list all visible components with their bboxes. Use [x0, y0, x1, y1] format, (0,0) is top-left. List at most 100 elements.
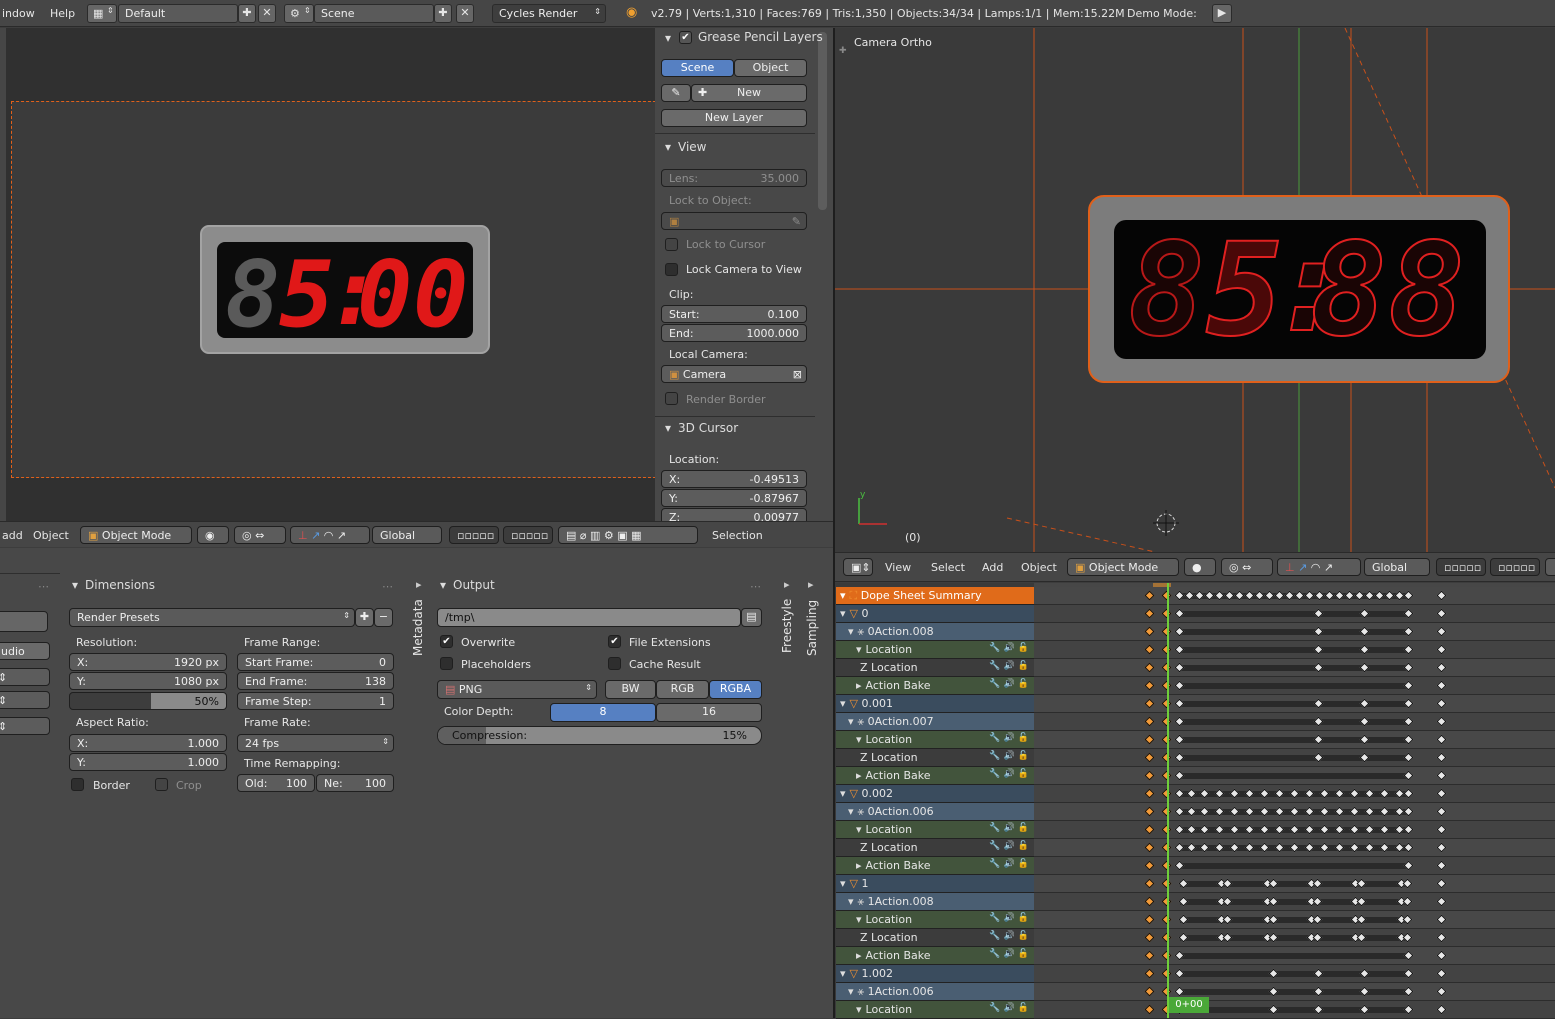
channel-toggle-icons[interactable]: 🔧🔊🔓 — [989, 643, 1032, 653]
keyframe[interactable] — [1436, 752, 1447, 763]
snap-render-group[interactable]: ▤ ⌀ ▥ ⚙ ▣ ▦ — [558, 526, 698, 544]
channel-toggle-icons[interactable]: 🔧🔊🔓 — [989, 661, 1032, 671]
overwrite-checkbox[interactable]: ✔ — [440, 635, 453, 648]
metadata-tab[interactable]: Metadata — [411, 599, 425, 656]
channel-toggle-icons[interactable]: 🔧🔊🔓 — [989, 733, 1032, 743]
channel-row[interactable]: ▸ Action Bake 🔧🔊🔓 — [836, 947, 1034, 965]
keyframe[interactable] — [1144, 842, 1155, 853]
channel-toggle-icons[interactable]: 🔧🔊🔓 — [989, 751, 1032, 761]
keyframe-row[interactable] — [1034, 929, 1555, 947]
start-frame-field[interactable]: Start Frame: 0 — [237, 653, 394, 671]
expand-arrow-icon[interactable]: ▾ — [856, 643, 862, 656]
browse-folder-icon[interactable]: ▤ — [741, 608, 762, 627]
current-frame-line[interactable] — [1167, 583, 1169, 1018]
keyframe[interactable] — [1144, 968, 1155, 979]
channel-row[interactable]: ▾ Location 🔧🔊🔓 — [836, 641, 1034, 659]
channel-row[interactable]: ▾ Location 🔧🔊🔓 — [836, 1001, 1034, 1019]
depth-16-button[interactable]: 16 — [656, 703, 762, 722]
grease-scene-tab[interactable]: Scene — [661, 59, 734, 77]
keyframe[interactable] — [1144, 626, 1155, 637]
layers-right-a[interactable]: ▫▫▫▫▫ — [1436, 558, 1486, 576]
channel-toggle-icons[interactable]: 🔧🔊🔓 — [989, 949, 1032, 959]
npanel-scrollbar[interactable] — [818, 32, 827, 210]
channel-row[interactable]: ▾ Location 🔧🔊🔓 — [836, 911, 1034, 929]
keyframe[interactable] — [1436, 788, 1447, 799]
keyframe[interactable] — [1144, 860, 1155, 871]
expand-arrow-icon[interactable]: ▾ — [848, 895, 854, 908]
keyframe[interactable] — [1144, 788, 1155, 799]
channel-row[interactable]: ▾ ▽ 0.001 — [836, 695, 1034, 713]
pivot-group-right[interactable]: ◎ ⇔ — [1221, 558, 1273, 576]
keyframe-row[interactable] — [1034, 839, 1555, 857]
keyframe[interactable] — [1436, 590, 1447, 601]
keyframe[interactable] — [1144, 914, 1155, 925]
keyframe-row[interactable] — [1034, 785, 1555, 803]
clip-end-field[interactable]: End: 1000.000 — [661, 324, 807, 342]
expand-arrow-icon[interactable]: ▾ — [856, 913, 862, 926]
keyframe[interactable] — [1436, 698, 1447, 709]
keyframe-row[interactable] — [1034, 965, 1555, 983]
channel-row[interactable]: ▾ ▽ 1.002 — [836, 965, 1034, 983]
keyframe[interactable] — [1436, 716, 1447, 727]
grease-pencil-checkbox[interactable]: ✔ — [679, 31, 692, 44]
dimensions-grip-icon[interactable]: ⋯ — [382, 580, 393, 593]
freestyle-expand-icon[interactable]: ▸ — [784, 578, 790, 591]
layers-a[interactable]: ▫▫▫▫▫ — [449, 526, 499, 544]
channel-row[interactable]: ▸ Action Bake 🔧🔊🔓 — [836, 767, 1034, 785]
keyframe[interactable] — [1144, 986, 1155, 997]
pivot-snap-group[interactable]: ◎ ⇔ — [234, 526, 286, 544]
manipulator-group-right[interactable]: ⊥ ↗ ◠ ↗ — [1277, 558, 1361, 576]
frame-step-field[interactable]: Frame Step: 1 — [237, 692, 394, 710]
keyframe[interactable] — [1436, 662, 1447, 673]
expand-arrow-icon[interactable]: ▾ — [840, 967, 846, 980]
output-grip-icon[interactable]: ⋯ — [750, 580, 761, 593]
res-y-field[interactable]: Y: 1080 px — [69, 672, 227, 690]
color-rgb-button[interactable]: RGB — [656, 680, 709, 699]
keyframe[interactable] — [1144, 734, 1155, 745]
keyframe[interactable] — [1436, 914, 1447, 925]
add-scene-icon[interactable]: ✚ — [434, 4, 452, 23]
channel-toggle-icons[interactable]: 🔧🔊🔓 — [989, 931, 1032, 941]
stub-select-c[interactable]: ⇕ — [0, 717, 50, 735]
channel-toggle-icons[interactable]: 🔧🔊🔓 — [989, 769, 1032, 779]
grease-pencil-disclosure-icon[interactable]: ▾ — [665, 31, 671, 45]
file-format-select[interactable]: ▤ PNG ⇕ — [437, 680, 597, 699]
channel-row[interactable]: ▾ ⚹ 0Action.008 — [836, 623, 1034, 641]
keyframe[interactable] — [1144, 752, 1155, 763]
border-checkbox[interactable] — [71, 778, 84, 791]
keyframe[interactable] — [1436, 608, 1447, 619]
channel-row[interactable]: ▾ ⚹ 1Action.006 — [836, 983, 1034, 1001]
add-layout-icon[interactable]: ✚ — [238, 4, 256, 23]
res-percent-slider[interactable]: 50% — [69, 692, 227, 710]
depth-8-button[interactable]: 8 — [550, 703, 656, 722]
expand-arrow-icon[interactable]: ▾ — [840, 607, 846, 620]
channel-toggle-icons[interactable]: 🔧🔊🔓 — [989, 1003, 1032, 1013]
expand-arrow-icon[interactable]: ▾ — [848, 805, 854, 818]
keyframe-row[interactable] — [1034, 857, 1555, 875]
add-preset-icon[interactable]: ✚ — [355, 608, 374, 627]
cursor-disclosure-icon[interactable]: ▾ — [665, 421, 671, 435]
stub-grip-icon[interactable]: ⋯ — [38, 580, 49, 593]
grease-object-tab[interactable]: Object — [734, 59, 807, 77]
keyframe-row[interactable] — [1034, 803, 1555, 821]
clip-start-field[interactable]: Start: 0.100 — [661, 305, 807, 323]
keyframe[interactable] — [1144, 1004, 1155, 1015]
keyframe[interactable] — [1436, 1004, 1447, 1015]
expand-arrow-icon[interactable]: ▾ — [840, 697, 846, 710]
res-x-field[interactable]: X: 1920 px — [69, 653, 227, 671]
keyframe-row[interactable] — [1034, 821, 1555, 839]
shading-select-right[interactable]: ● — [1184, 558, 1216, 576]
clear-camera-icon[interactable]: ⊠ — [793, 368, 802, 381]
stub-audio-button[interactable]: udio — [0, 642, 50, 660]
screen-layout-field[interactable]: Default — [118, 4, 238, 23]
keyframe[interactable] — [1436, 626, 1447, 637]
sampling-expand-icon[interactable]: ▸ — [808, 578, 814, 591]
keyframe-row[interactable] — [1034, 947, 1555, 965]
channel-toggle-icons[interactable]: 🔧🔊🔓 — [989, 859, 1032, 869]
compression-slider[interactable]: Compression: 15% — [437, 726, 762, 745]
keyframe[interactable] — [1144, 932, 1155, 943]
keyframe[interactable] — [1144, 824, 1155, 835]
screen-layout-icon[interactable]: ▦ ⇕ — [87, 4, 117, 23]
menu-window[interactable]: indow — [2, 7, 35, 20]
expand-arrow-icon[interactable]: ▾ — [848, 625, 854, 638]
